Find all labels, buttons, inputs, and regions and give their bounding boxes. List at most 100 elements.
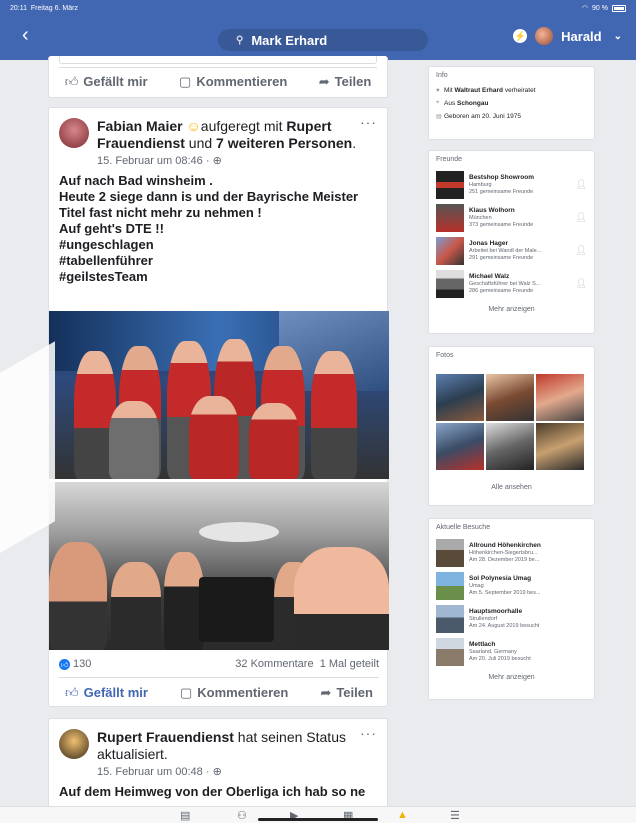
photos-title[interactable]: Fotos <box>429 347 594 364</box>
divider <box>59 677 379 678</box>
calendar-icon: ▤ <box>436 114 442 120</box>
visit-item[interactable]: Mettlach Saarland, Germany Am 20. Juli 201… <box>429 635 594 668</box>
post-timestamp[interactable]: 15. Februar um 08:46 · <box>97 155 210 167</box>
comment-icon: ▢ <box>180 685 193 700</box>
post-photo-team[interactable] <box>49 311 389 479</box>
menu-icon[interactable]: ☰ <box>450 809 460 822</box>
comment-button[interactable]: ▢ Kommentieren <box>180 685 288 701</box>
post-date: 15. Februar um 08:46 · ⊕ <box>97 154 377 167</box>
status-date: Freitag 6. März <box>30 4 78 12</box>
reaction-count[interactable]: 👍︎ 130 <box>59 658 91 670</box>
like-button[interactable]: 👍︎ Gefällt mir <box>65 685 148 701</box>
friend-item[interactable]: Klaus Wolhorn München 373 gemeinsame Freun… <box>429 201 594 234</box>
comment-icon: ▢ <box>179 74 192 89</box>
friends-card: Freunde Bestshop Showroom Hamburg 251 geme… <box>428 150 595 334</box>
friend-sub: 373 gemeinsame Freunde <box>469 221 534 228</box>
photo-thumbnail[interactable] <box>436 374 484 421</box>
post-photo-selfie[interactable] <box>49 482 389 650</box>
share-button[interactable]: ➦ Teilen <box>320 685 373 701</box>
author-name[interactable]: Rupert Frauendienst <box>97 729 234 745</box>
info-born: ▤ Geboren am 20. Juni 1975 <box>436 113 521 120</box>
top-nav-bar: ‹ ⚲ Mark Erhard ⚡ Harald ⌄ <box>0 16 636 60</box>
friend-sub: Hamburg <box>469 181 492 188</box>
hashtag[interactable]: #geilstesTeam <box>59 269 377 285</box>
wifi-icon: ◠ <box>581 5 589 12</box>
photo-thumbnail[interactable] <box>486 423 534 470</box>
photos-grid <box>429 372 594 472</box>
comment-count[interactable]: 32 Kommentare <box>235 658 313 670</box>
post-card: ··· Rupert Frauendienst hat seinen Statu… <box>48 718 388 818</box>
photo-headrest <box>199 577 274 642</box>
add-friend-icon[interactable]: 👤︎ <box>576 179 587 190</box>
tagged-others[interactable]: 7 weiteren Personen <box>216 135 352 151</box>
hashtag[interactable]: #tabellenführer <box>59 253 377 269</box>
friend-sub: 286 gemeinsame Freunde <box>469 287 534 294</box>
place-sub: Strullendorf <box>469 615 498 622</box>
photo-person <box>111 562 161 650</box>
hometown-link[interactable]: Schongau <box>457 100 488 107</box>
user-name[interactable]: Harald <box>561 29 601 44</box>
spouse-link[interactable]: Waltraut Erhard <box>454 87 503 94</box>
add-friend-icon[interactable]: 👤︎ <box>576 278 587 289</box>
friend-sub: 291 gemeinsame Freunde <box>469 254 534 261</box>
author-name[interactable]: Fabian Maier <box>97 118 183 134</box>
author-avatar[interactable] <box>59 118 89 148</box>
friend-name: Michael Walz <box>469 272 510 280</box>
post-line: Auf dem Heimweg von der Oberliga ich hab… <box>59 784 366 799</box>
friends-icon[interactable]: ⚇ <box>237 809 247 822</box>
post-actions: 👍︎ Gefällt mir ▢ Kommentieren ➦ Teilen <box>49 679 389 707</box>
photo-thumbnail[interactable] <box>436 423 484 470</box>
chevron-down-icon[interactable]: ⌄ <box>614 31 622 42</box>
visit-item[interactable]: Allround Höhenkirchen Höhenkirchen-Sieger… <box>429 536 594 569</box>
more-options-icon[interactable]: ··· <box>360 114 377 130</box>
photo-thumbnail[interactable] <box>536 423 584 470</box>
post-timestamp[interactable]: 15. Februar um 00:48 · <box>97 766 210 778</box>
user-avatar[interactable] <box>535 27 554 45</box>
news-feed-icon[interactable]: ▤ <box>180 809 190 822</box>
notifications-bell-icon[interactable]: ▲ <box>397 809 408 821</box>
post-title: Fabian Maier ☺aufgeregt mit Rupert Fraue… <box>97 118 357 151</box>
search-field[interactable]: ⚲ Mark Erhard <box>218 29 428 51</box>
back-arrow-icon[interactable]: ‹ <box>22 24 29 47</box>
friend-sub: München <box>469 214 492 221</box>
visits-title: Aktuelle Besuche <box>436 524 491 531</box>
visit-item[interactable]: Sol Polynesia Umag Umag Am 5. September 20… <box>429 569 594 602</box>
messenger-icon[interactable]: ⚡ <box>513 29 528 43</box>
visits-card: Aktuelle Besuche Allround Höhenkirchen Hö… <box>428 518 595 700</box>
photo-person <box>164 552 204 650</box>
place-sub: Am 5. September 2019 bes... <box>469 589 541 596</box>
post-stats: 👍︎ 130 32 Kommentare 1 Mal geteilt <box>49 655 389 673</box>
photos-more-button[interactable]: Alle ansehen <box>429 478 594 497</box>
photos-card: Fotos Alle ansehen <box>428 346 595 506</box>
share-icon: ➦ <box>320 685 332 700</box>
friends-more-button[interactable]: Mehr anzeigen <box>429 300 594 319</box>
like-button[interactable]: 👍︎ Gefällt mir <box>65 74 148 90</box>
photo-thumbnail[interactable] <box>536 374 584 421</box>
friend-item[interactable]: Michael Walz Geschäftsführer bei Walz S..… <box>429 267 594 300</box>
share-button[interactable]: ➦ Teilen <box>319 74 372 90</box>
thumbs-up-icon: 👍︎ <box>65 685 79 700</box>
photo-thumbnail[interactable] <box>486 374 534 421</box>
hashtag[interactable]: #ungeschlagen <box>59 237 377 253</box>
visit-item[interactable]: Hauptsmoorhalle Strullendorf Am 24. August… <box>429 602 594 635</box>
post-line: Heute 2 siege dann is und der Bayrische … <box>59 189 359 204</box>
place-sub: Höhenkirchen-Siegertsbru... <box>469 549 538 556</box>
add-friend-icon[interactable]: 👤︎ <box>576 212 587 223</box>
post-card: ··· Fabian Maier ☺aufgeregt mit Rupert F… <box>48 107 389 707</box>
share-icon: ➦ <box>318 74 330 89</box>
search-text: Mark Erhard <box>251 32 328 48</box>
friend-item[interactable]: Jonas Hager Arbeitet bei Wandl der Male..… <box>429 234 594 267</box>
info-title: Info <box>436 72 448 79</box>
more-options-icon[interactable]: ··· <box>360 725 377 741</box>
comment-button[interactable]: ▢ Kommentieren <box>179 74 287 90</box>
share-count[interactable]: 1 Mal geteilt <box>320 658 379 670</box>
place-name: Mettlach <box>469 640 496 648</box>
photo-person <box>49 542 107 650</box>
link-preview-edge <box>59 56 377 64</box>
author-avatar[interactable] <box>59 729 89 759</box>
post-header: Rupert Frauendienst hat seinen Status ak… <box>49 719 387 778</box>
visits-more-button[interactable]: Mehr anzeigen <box>429 668 594 687</box>
friends-title[interactable]: Freunde <box>429 151 594 168</box>
friend-item[interactable]: Bestshop Showroom Hamburg 251 gemeinsame F… <box>429 168 594 201</box>
add-friend-icon[interactable]: 👤︎ <box>576 245 587 256</box>
